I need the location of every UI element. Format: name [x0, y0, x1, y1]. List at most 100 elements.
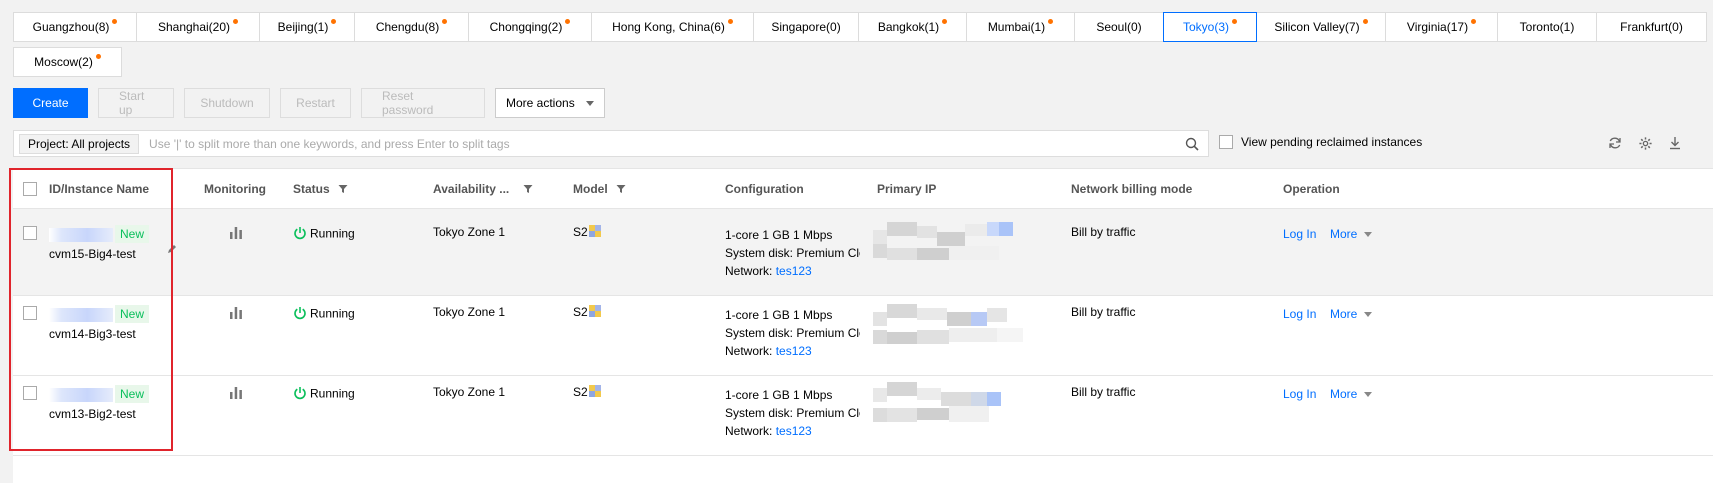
table-row[interactable]: New cvm14-Big3-test Running Tokyo Zone 1…	[13, 289, 1713, 376]
header-status-label: Status	[293, 182, 330, 196]
instance-id-cell: New	[49, 225, 150, 243]
header-model[interactable]: Model	[573, 182, 626, 196]
create-button[interactable]: Create	[13, 88, 88, 118]
header-availability[interactable]: Availability ...	[433, 182, 533, 196]
reset-password-button[interactable]: Reset password	[361, 88, 485, 118]
filter-icon[interactable]	[616, 184, 626, 194]
filter-icon[interactable]	[338, 184, 348, 194]
region-tab[interactable]: Beijing(1)	[259, 12, 355, 42]
row-checkbox[interactable]	[23, 386, 37, 400]
table-header: ID/Instance Name Monitoring Status Avail…	[13, 169, 1713, 209]
start-up-button[interactable]: Start up	[98, 88, 174, 118]
zone-cell: Tokyo Zone 1	[433, 305, 506, 319]
select-all-checkbox[interactable]	[23, 182, 37, 196]
header-status[interactable]: Status	[293, 182, 348, 196]
masked-instance-id[interactable]	[49, 227, 113, 242]
region-tab[interactable]: Mumbai(1)	[966, 12, 1075, 42]
new-dot-icon	[1048, 18, 1054, 24]
region-tab[interactable]: Silicon Valley(7)	[1256, 12, 1386, 42]
shutdown-button[interactable]: Shutdown	[184, 88, 270, 118]
network-link[interactable]: tes123	[776, 424, 812, 438]
download-icon[interactable]	[1666, 134, 1684, 152]
search-icon[interactable]	[1182, 134, 1202, 154]
header-model-label: Model	[573, 182, 608, 196]
region-tab[interactable]: Virginia(17)	[1385, 12, 1498, 42]
region-tab-label: Chongqing(2)	[489, 20, 563, 34]
row-checkbox[interactable]	[23, 306, 37, 320]
pixelated-block	[887, 304, 917, 318]
more-dropdown[interactable]: More	[1330, 227, 1373, 241]
network-link[interactable]: tes123	[776, 344, 812, 358]
restart-button[interactable]: Restart	[280, 88, 351, 118]
region-tab[interactable]: Frankfurt(0)	[1596, 12, 1707, 42]
power-running-icon	[293, 306, 307, 323]
gear-icon[interactable]	[1636, 134, 1654, 152]
region-tab[interactable]: Guangzhou(8)	[13, 12, 137, 42]
pending-reclaimed-checkbox[interactable]	[1219, 135, 1233, 149]
new-dot-icon	[112, 18, 118, 24]
pixelated-block	[873, 330, 887, 344]
new-dot-icon	[331, 18, 337, 24]
pixelated-block	[999, 222, 1013, 236]
region-tab[interactable]: Chengdu(8)	[354, 12, 469, 42]
region-tab-label: Singapore(0)	[771, 20, 841, 34]
new-badge: New	[115, 385, 150, 403]
region-tab[interactable]: Seoul(0)	[1074, 12, 1164, 42]
action-bar: Create Start up Shutdown Restart Reset p…	[13, 88, 615, 118]
region-tab[interactable]: Bangkok(1)	[858, 12, 967, 42]
masked-primary-ip[interactable]	[873, 302, 1033, 350]
caret-down-icon	[1364, 391, 1373, 397]
pending-reclaimed-toggle[interactable]: View pending reclaimed instances	[1219, 135, 1422, 149]
region-tab[interactable]: Moscow(2)	[13, 47, 122, 77]
search-input[interactable]: Use '|' to split more than one keywords,…	[149, 137, 1182, 151]
pixelated-block	[965, 224, 987, 236]
region-tab[interactable]: Shanghai(20)	[136, 12, 260, 42]
pixelated-block	[887, 332, 917, 344]
monitoring-chart-icon[interactable]	[229, 227, 243, 242]
instance-table: ID/Instance Name Monitoring Status Avail…	[13, 168, 1713, 483]
masked-primary-ip[interactable]	[873, 222, 1033, 270]
region-row: Guangzhou(8) Shanghai(20) Beijing(1) Chengd…	[13, 12, 1713, 42]
pixelated-block	[873, 388, 887, 402]
zone-cell: Tokyo Zone 1	[433, 385, 506, 399]
status-cell: Running	[293, 226, 355, 243]
row-checkbox[interactable]	[23, 226, 37, 240]
refresh-icon[interactable]	[1606, 134, 1624, 152]
login-link[interactable]: Log In	[1283, 227, 1316, 241]
pixelated-block	[873, 244, 887, 258]
model-label: S2	[573, 385, 588, 399]
login-link[interactable]: Log In	[1283, 307, 1316, 321]
more-dropdown[interactable]: More	[1330, 387, 1373, 401]
region-tab[interactable]: Tokyo(3)	[1163, 12, 1257, 42]
region-tab[interactable]: Singapore(0)	[753, 12, 859, 42]
table-row[interactable]: New cvm13-Big2-test Running Tokyo Zone 1…	[13, 369, 1713, 456]
pixelated-block	[887, 222, 917, 236]
monitoring-chart-icon[interactable]	[229, 387, 243, 402]
table-row[interactable]: New cvm15-Big4-test Running Tokyo Zone 1…	[13, 209, 1713, 296]
masked-primary-ip[interactable]	[873, 382, 1033, 430]
pixelated-block	[917, 226, 937, 238]
login-link[interactable]: Log In	[1283, 387, 1316, 401]
region-tab[interactable]: Hong Kong, China(6)	[591, 12, 754, 42]
network-link[interactable]: tes123	[776, 264, 812, 278]
more-dropdown[interactable]: More	[1330, 307, 1373, 321]
more-label: More	[1330, 227, 1358, 241]
filter-icon[interactable]	[523, 184, 533, 194]
edit-icon[interactable]	[166, 243, 178, 258]
model-badge-icon	[588, 385, 601, 397]
network-cell: Network: tes123	[725, 344, 812, 358]
region-tab[interactable]: Chongqing(2)	[468, 12, 592, 42]
project-filter-tag[interactable]: Project: All projects	[19, 133, 140, 154]
masked-instance-id[interactable]	[49, 307, 113, 322]
region-tab[interactable]: Toronto(1)	[1497, 12, 1597, 42]
header-monitoring: Monitoring	[204, 182, 266, 196]
config-line-1: 1-core 1 GB 1 Mbps	[725, 308, 833, 322]
status-cell: Running	[293, 386, 355, 403]
pixelated-block	[873, 408, 887, 422]
header-id-name[interactable]: ID/Instance Name	[49, 182, 149, 196]
region-tab-label: Tokyo(3)	[1182, 20, 1229, 34]
more-actions-dropdown[interactable]: More actions	[495, 88, 605, 118]
masked-instance-id[interactable]	[49, 387, 113, 402]
monitoring-chart-icon[interactable]	[229, 307, 243, 322]
region-tab-label: Virginia(17)	[1406, 20, 1469, 34]
